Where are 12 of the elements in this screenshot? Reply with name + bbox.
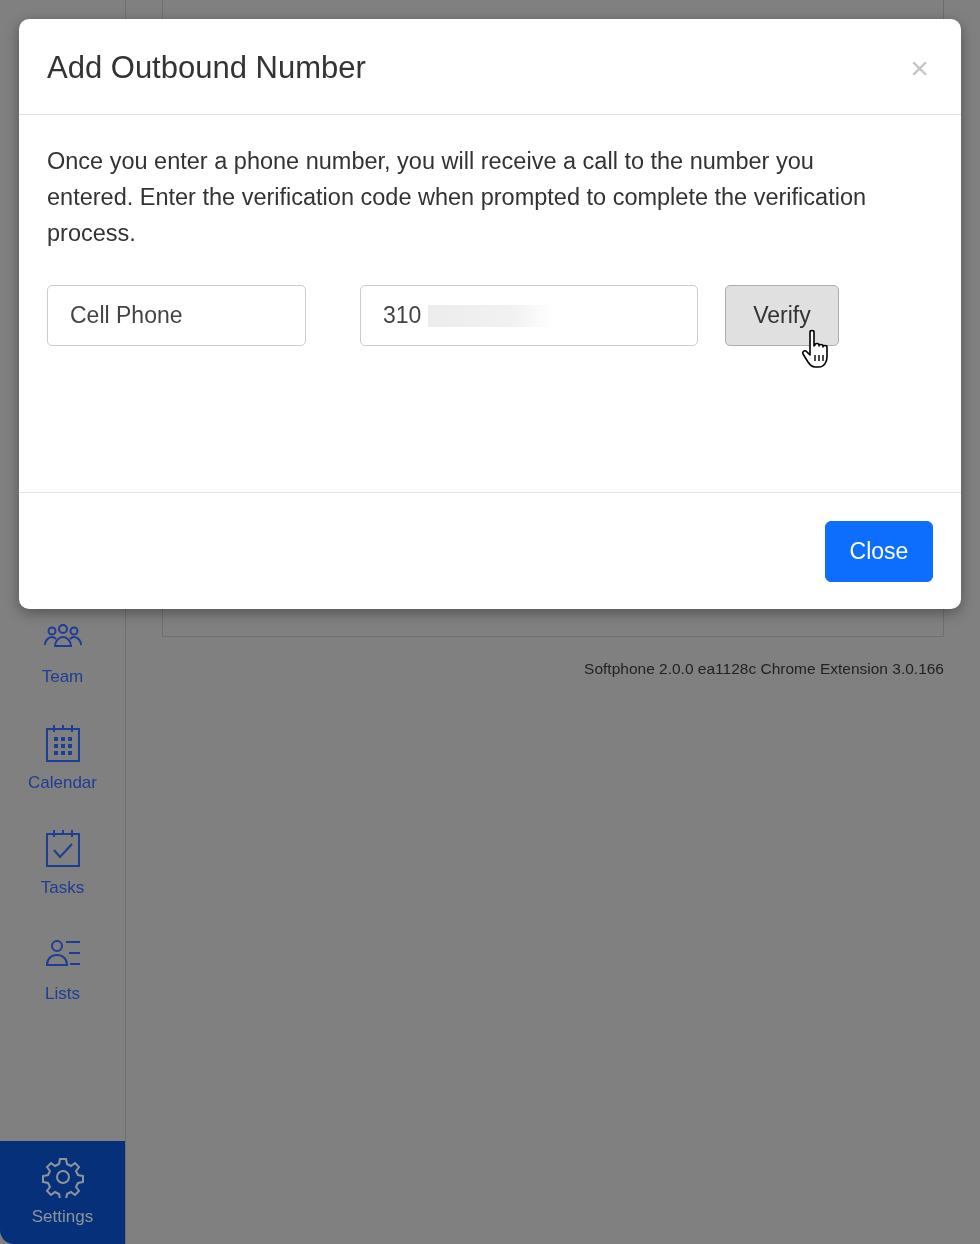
sidebar-item[interactable]: Tasks [0,823,125,905]
sidebar-item[interactable]: Settings [0,1141,125,1244]
instruction-text: Once you enter a phone number, you will receive a call to the number you entered. Enter the verification code when prompted to complete the verification process. [47,147,868,249]
close-button[interactable]: Close [825,521,933,583]
verify-button[interactable]: Verify [725,285,839,347]
phone-type-field[interactable]: Cell Phone [47,285,306,347]
sidebar-item[interactable]: Calendar [0,717,125,799]
sidebar-item[interactable]: Lists [0,928,125,1010]
modal-title: Add Outbound Number [47,49,366,87]
version-text: Softphone 2.0.0 ea1128c Chrome Extension 3.0.166 [583,659,944,679]
settings-icon [41,1155,84,1198]
sidebar-item[interactable]: Team [0,612,125,694]
